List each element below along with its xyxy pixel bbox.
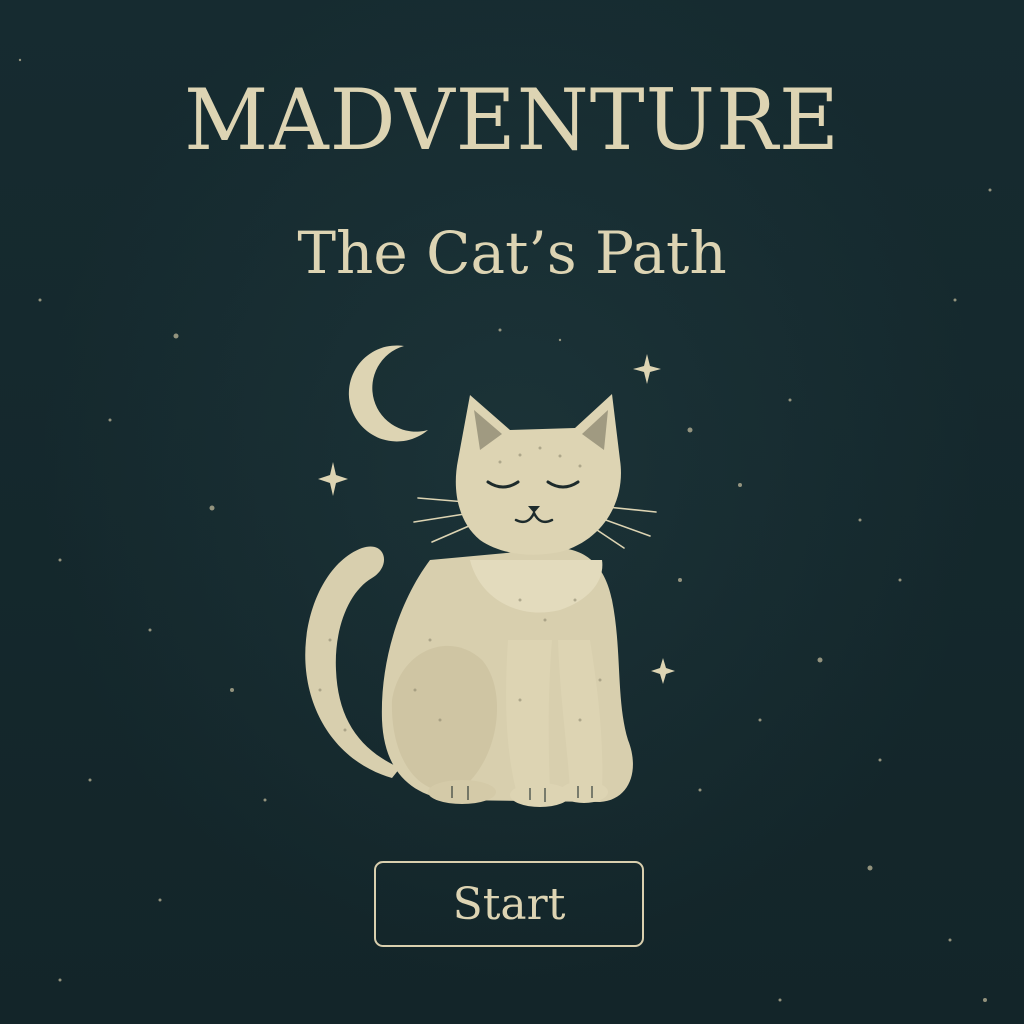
crescent-moon-icon xyxy=(348,345,428,442)
title-screen: MADVENTURE The Cat’s Path Start xyxy=(0,0,1024,1024)
game-title: MADVENTURE xyxy=(183,71,841,169)
sparkle-star-icon xyxy=(318,462,348,496)
sleeping-cat-illustration xyxy=(305,394,657,807)
start-button-label: Start xyxy=(452,878,566,930)
game-subtitle: The Cat’s Path xyxy=(297,219,727,287)
start-button[interactable]: Start xyxy=(374,861,644,947)
sparkle-star-icon xyxy=(651,658,675,684)
sparkle-star-icon xyxy=(633,354,661,384)
